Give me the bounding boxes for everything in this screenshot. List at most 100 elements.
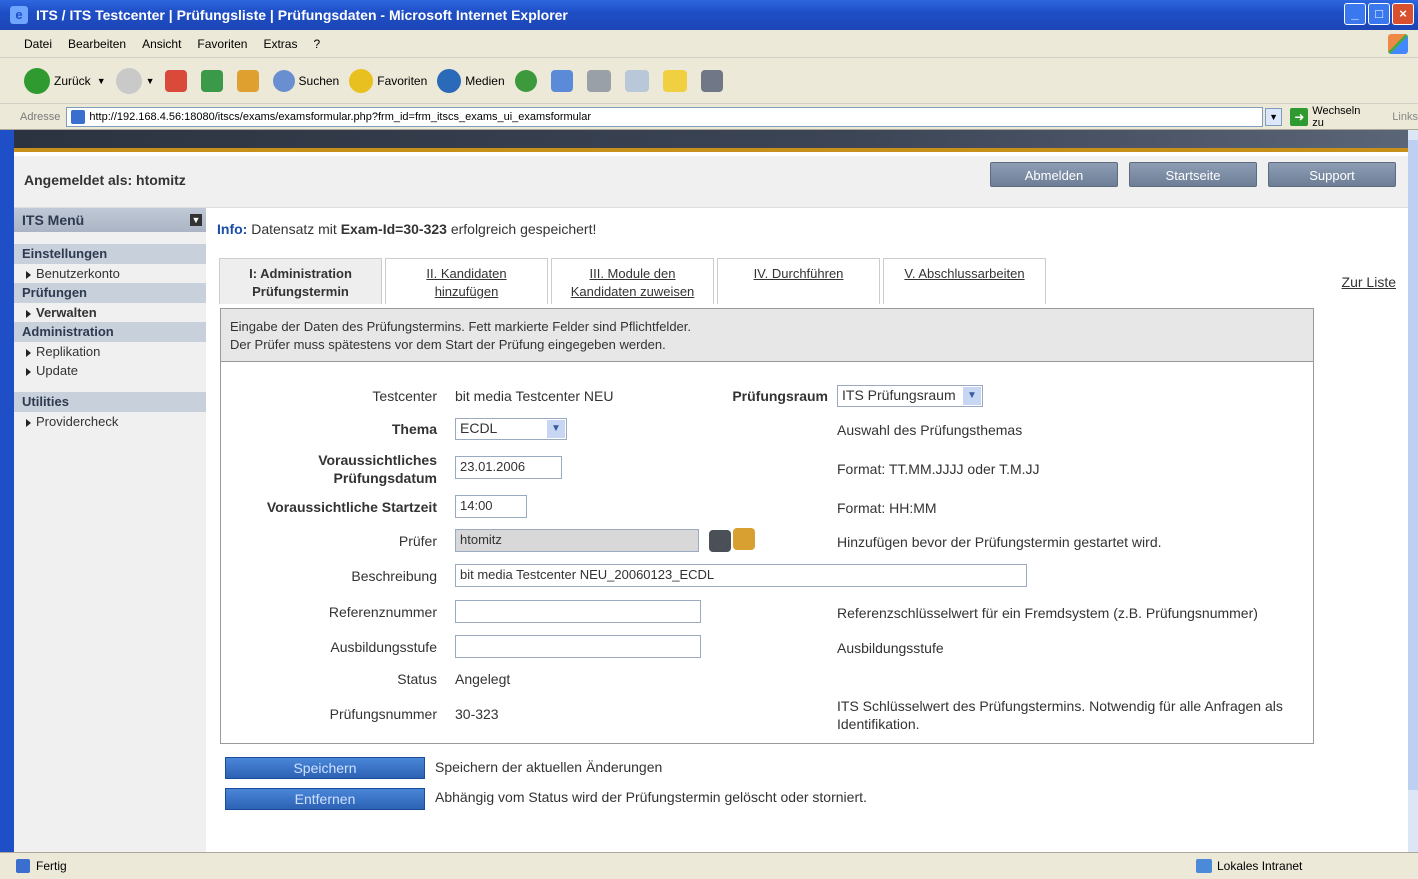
thema-select[interactable]: ECDL ▼ — [455, 418, 567, 440]
tab-label: III. Module den — [589, 266, 676, 281]
home-icon[interactable] — [236, 69, 259, 92]
arrow-right-icon — [26, 309, 31, 318]
menu-extras[interactable]: Extras — [263, 37, 297, 51]
search-label: Suchen — [298, 73, 340, 88]
scrollbar-thumb[interactable] — [1408, 140, 1418, 790]
browser-toolbar: Zurück ▼ ▼ Suchen Favoriten Medien — [0, 58, 1418, 104]
media-button[interactable]: Medien — [437, 68, 505, 93]
menu-bar: Datei Bearbeiten Ansicht Favoriten Extra… — [0, 30, 1418, 58]
back-button[interactable]: Zurück ▼ — [24, 67, 106, 94]
support-button[interactable]: Support — [1268, 162, 1396, 187]
pruefungsnummer-help: ITS Schlüsselwert des Prüfungstermins. N… — [837, 697, 1283, 733]
tab-module[interactable]: III. Module den Kandidaten zuweisen — [551, 258, 714, 304]
ausbildungsstufe-label: Ausbildungsstufe — [330, 639, 437, 655]
sidebar-item-replikation[interactable]: Replikation — [14, 342, 206, 361]
save-description: Speichern der aktuellen Änderungen — [435, 759, 663, 775]
maximize-icon[interactable]: □ — [1368, 3, 1390, 25]
pruefer-help: Hinzufügen bevor der Prüfungstermin gest… — [837, 534, 1162, 550]
referenznummer-input[interactable] — [455, 600, 701, 623]
sidebar-item-verwalten[interactable]: Verwalten — [14, 303, 206, 322]
sidebar-item-update[interactable]: Update — [14, 361, 206, 380]
remove-button[interactable]: Entfernen — [225, 788, 425, 810]
datum-input[interactable]: 23.01.2006 — [455, 456, 562, 479]
history-icon[interactable] — [514, 69, 537, 92]
go-label: Wechseln zu — [1312, 104, 1361, 129]
menu-datei[interactable]: Datei — [24, 37, 52, 51]
refresh-icon[interactable] — [200, 69, 223, 92]
minimize-icon[interactable]: _ — [1344, 3, 1366, 25]
status-value: Angelegt — [455, 671, 511, 687]
tab-label: Prüfungstermin — [252, 284, 349, 299]
menu-bearbeiten[interactable]: Bearbeiten — [68, 37, 126, 51]
startzeit-input[interactable]: 14:00 — [455, 495, 527, 518]
star-icon — [349, 68, 374, 93]
notes-icon[interactable] — [662, 69, 687, 92]
sidebar-dropdown-icon[interactable]: ▼ — [190, 214, 202, 226]
info-label: Info: — [217, 221, 248, 237]
tab-abschlussarbeiten[interactable]: V. Abschlussarbeiten — [883, 258, 1046, 304]
beschreibung-input[interactable]: bit media Testcenter NEU_20060123_ECDL — [455, 564, 1027, 587]
datum-label: Voraussichtliches Prüfungsdatum — [318, 451, 437, 487]
select-examiner-icon[interactable] — [709, 530, 731, 552]
menu-favoriten[interactable]: Favoriten — [197, 37, 247, 51]
close-icon[interactable]: × — [1392, 3, 1414, 25]
tab-label: V. Abschlussarbeiten — [904, 266, 1025, 281]
tab-durchfuehren[interactable]: IV. Durchführen — [717, 258, 880, 304]
address-input[interactable]: http://192.168.4.56:18080/itscs/exams/ex… — [66, 106, 1263, 127]
links-label[interactable]: Links — [1392, 111, 1418, 123]
tab-label: Kandidaten zuweisen — [570, 284, 695, 299]
stop-icon[interactable] — [164, 69, 187, 92]
address-label: Adresse — [20, 110, 61, 123]
messenger-icon[interactable] — [700, 69, 723, 92]
address-dropdown-icon[interactable]: ▼ — [1264, 107, 1283, 126]
sidebar-item-label: Update — [36, 363, 78, 378]
testcenter-value: bit media Testcenter NEU — [455, 388, 614, 404]
menu-help[interactable]: ? — [313, 37, 320, 51]
sidebar-title[interactable]: ITS Menü ▼ — [14, 208, 206, 232]
ausbildungsstufe-input[interactable] — [455, 635, 701, 658]
menu-ansicht[interactable]: Ansicht — [142, 37, 181, 51]
chevron-down-icon: ▼ — [547, 420, 565, 438]
pruefer-input: htomitz — [455, 529, 699, 552]
sidebar-item-providercheck[interactable]: Providercheck — [14, 412, 206, 431]
sidebar-section-administration: Administration — [14, 322, 206, 342]
logout-button[interactable]: Abmelden — [990, 162, 1118, 187]
info-text-end: erfolgreich gespeichert! — [446, 221, 597, 237]
arrow-right-icon — [26, 348, 31, 357]
save-button[interactable]: Speichern — [225, 757, 425, 779]
forward-button[interactable]: ▼ — [115, 67, 155, 94]
search-button[interactable]: Suchen — [272, 69, 340, 92]
print-icon[interactable] — [586, 69, 611, 92]
pruefungsraum-select[interactable]: ITS Prüfungsraum ▼ — [837, 385, 983, 407]
erase-examiner-icon[interactable] — [733, 528, 755, 550]
testcenter-label: Testcenter — [372, 388, 437, 404]
back-to-list-link[interactable]: Zur Liste — [1342, 274, 1396, 290]
tab-administration[interactable]: I: Administration Prüfungstermin — [219, 258, 382, 304]
sidebar-item-benutzerkonto[interactable]: Benutzerkonto — [14, 264, 206, 283]
arrow-right-icon — [26, 367, 31, 376]
pruefer-label: Prüfer — [398, 533, 437, 549]
media-icon — [437, 68, 462, 93]
window-title: ITS / ITS Testcenter | Prüfungsliste | P… — [36, 7, 568, 23]
referenznummer-help: Referenzschlüsselwert für ein Fremdsyste… — [837, 605, 1258, 621]
sidebar: ITS Menü ▼ Einstellungen Benutzerkonto P… — [14, 208, 206, 852]
edit-icon[interactable] — [624, 69, 649, 92]
chevron-down-icon: ▼ — [963, 387, 981, 405]
hint-box: Eingabe der Daten des Prüfungstermins. F… — [220, 308, 1314, 362]
window-left-border — [0, 130, 14, 852]
tab-kandidaten[interactable]: II. Kandidaten hinzufügen — [385, 258, 548, 304]
go-arrow-icon: ➜ — [1290, 107, 1309, 126]
hint-line: Eingabe der Daten des Prüfungstermins. F… — [230, 319, 691, 334]
home-page-button[interactable]: Startseite — [1129, 162, 1257, 187]
page-icon — [71, 109, 86, 124]
go-button[interactable]: ➜ Wechseln zu — [1290, 105, 1374, 129]
mail-icon[interactable] — [550, 69, 573, 92]
vertical-scrollbar[interactable] — [1408, 130, 1418, 852]
sidebar-section-utilities: Utilities — [14, 392, 206, 412]
pruefungsnummer-help-line: ITS Schlüsselwert des Prüfungstermins. N… — [837, 698, 1283, 714]
startzeit-label: Voraussichtliche Startzeit — [266, 499, 437, 515]
windows-logo-icon — [1388, 34, 1408, 54]
favorites-button[interactable]: Favoriten — [349, 68, 427, 93]
tab-bar: I: Administration Prüfungstermin II. Kan… — [219, 258, 1049, 304]
pruefungsraum-label: Prüfungsraum — [732, 388, 828, 404]
